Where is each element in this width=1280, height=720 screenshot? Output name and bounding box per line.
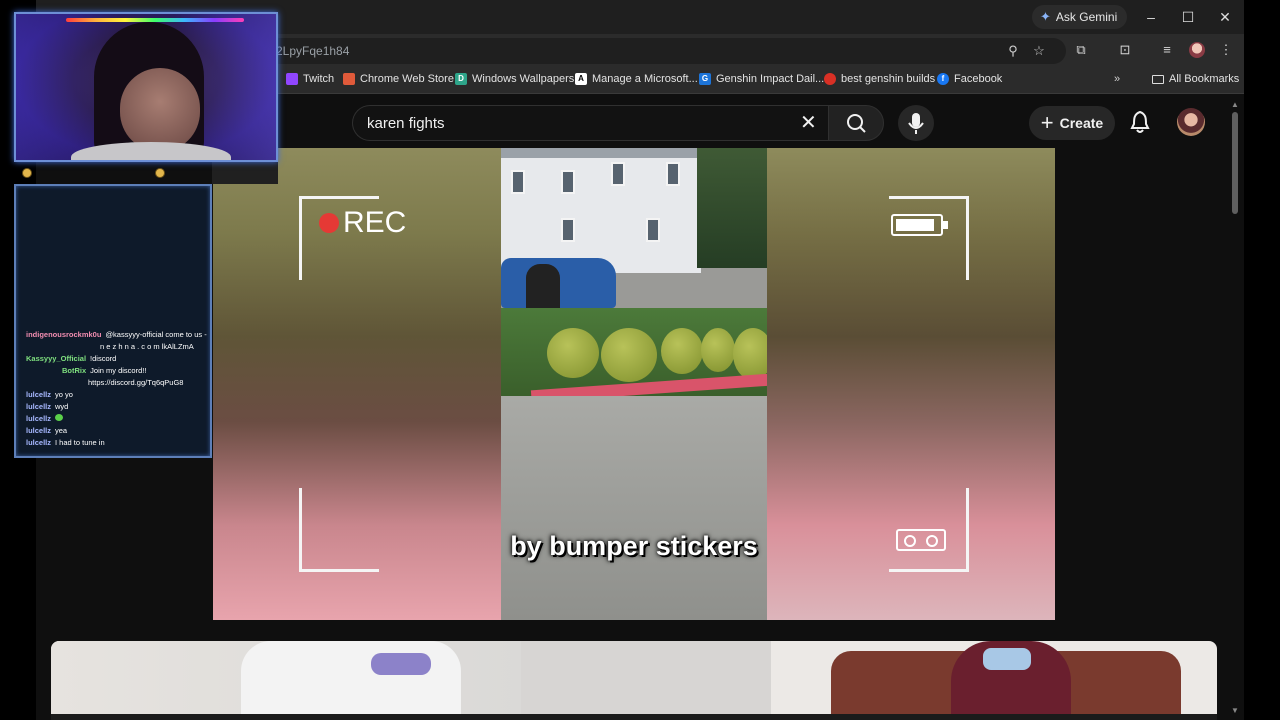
emote-icon	[55, 414, 64, 421]
genshin-builds-icon	[824, 73, 836, 85]
cassette-icon	[896, 529, 946, 551]
minimize-icon[interactable]: –	[1140, 6, 1162, 28]
chat-message: BotRix Join my discord!!	[62, 366, 147, 375]
chat-message: lulcellz yo yo	[26, 390, 73, 399]
all-bookmarks-button[interactable]: All Bookmarks	[1152, 73, 1239, 85]
rec-label: REC	[343, 206, 407, 239]
scroll-up-arrow-icon[interactable]: ▲	[1231, 100, 1239, 109]
bookmark-item[interactable]: A Manage a Microsoft...	[575, 73, 698, 85]
genshin-daily-icon: G	[699, 73, 711, 85]
person	[526, 264, 560, 314]
ask-gemini-button[interactable]: ✦ Ask Gemini	[1032, 5, 1128, 29]
overlay-badge-icon	[155, 168, 165, 178]
twitch-icon	[286, 73, 298, 85]
create-label: Create	[1059, 115, 1104, 131]
video-player[interactable]: REC by bumper stickers	[213, 148, 1055, 620]
account-avatar[interactable]	[1177, 108, 1205, 136]
chat-message-continuation: https://discord.gg/Tq6qPuG8	[88, 378, 184, 387]
close-window-icon[interactable]: ✕	[1214, 6, 1236, 28]
bookmark-label: Twitch	[303, 73, 335, 85]
search-icon	[847, 114, 866, 133]
bookmark-label: Windows Wallpapers	[472, 73, 575, 85]
search-query: karen fights	[367, 115, 445, 132]
bookmark-item[interactable]: Twitch	[286, 73, 334, 85]
bookmark-item[interactable]: best genshin builds	[824, 73, 935, 85]
chat-message: lulcellz wyd	[26, 402, 69, 411]
chat-message: lulcellz yea	[26, 426, 68, 435]
maximize-icon[interactable]: ☐	[1177, 6, 1199, 28]
chat-message: indigenousrockmk0u @kassyyy-official come…	[26, 330, 207, 339]
bookmark-item[interactable]: D Windows Wallpapers	[455, 73, 574, 85]
bookmark-item[interactable]: f Facebook	[937, 73, 1002, 85]
bookmark-label: best genshin builds	[841, 73, 936, 85]
menu-kebab-icon[interactable]: ⋮	[1216, 40, 1236, 60]
webcam-feed	[14, 12, 278, 162]
chat-message: Kassyyy_Official !discord	[26, 354, 117, 363]
scroll-down-arrow-icon[interactable]: ▼	[1231, 706, 1239, 715]
chat-message-continuation: n e z h n a . c o m lkAlLZmA	[100, 342, 194, 351]
trees	[697, 148, 767, 268]
search-button[interactable]	[828, 105, 884, 141]
frame-corner	[889, 196, 969, 280]
road	[501, 396, 767, 620]
voice-search-button[interactable]	[898, 105, 934, 141]
bookmark-label: Chrome Web Store	[360, 73, 454, 85]
battery-icon	[891, 214, 948, 236]
bookmark-label: Facebook	[954, 73, 1003, 85]
facebook-icon: f	[937, 73, 949, 85]
bookmark-item[interactable]: G Genshin Impact Dail...	[699, 73, 824, 85]
rainbow-bar	[66, 18, 244, 22]
screen: ✦ Ask Gemini – ☐ ✕ 2LpyFqe1h84 ⚲ ☆ ⧉ ⊡ ≡…	[0, 0, 1280, 720]
chrome-web-store-icon	[343, 73, 355, 85]
extensions-icon[interactable]: ⧉	[1071, 40, 1091, 60]
lab-machine	[521, 641, 771, 720]
overlay-badge-icon	[22, 168, 32, 178]
search-input[interactable]: karen fights ✕	[352, 105, 828, 141]
horizontal-scrollbar[interactable]	[51, 714, 1217, 720]
more-bookmarks-icon[interactable]: »	[1114, 73, 1120, 85]
ask-gemini-label: Ask Gemini	[1055, 10, 1118, 24]
bookmark-label: Genshin Impact Dail...	[716, 73, 825, 85]
clear-search-icon[interactable]: ✕	[800, 110, 817, 135]
media-controls-icon[interactable]: ≡	[1157, 40, 1177, 60]
page-scrollbar[interactable]	[1232, 112, 1238, 214]
notifications-bell-icon[interactable]	[1129, 110, 1151, 134]
url-text: 2LpyFqe1h84	[276, 44, 350, 58]
record-dot-icon	[319, 213, 339, 233]
windows-wallpapers-icon: D	[455, 73, 467, 85]
folder-icon	[1152, 74, 1164, 84]
create-button[interactable]: + Create	[1029, 106, 1115, 140]
tab-search-icon[interactable]: ⊡	[1115, 40, 1135, 60]
video-thumbnail[interactable]	[51, 641, 1217, 720]
lab-worker	[241, 641, 461, 720]
chat-message: lulcellz I had to tune in	[26, 438, 105, 447]
frame-corner	[299, 488, 379, 572]
microphone-icon	[908, 113, 924, 134]
rec-indicator: REC	[319, 206, 406, 240]
bookmark-star-icon[interactable]: ☆	[1030, 42, 1048, 60]
video-caption: by bumper stickers	[510, 531, 758, 561]
bookmark-item[interactable]: Chrome Web Store	[343, 73, 454, 85]
bookmark-label: Manage a Microsoft...	[592, 73, 698, 85]
all-bookmarks-label: All Bookmarks	[1169, 73, 1240, 85]
house	[501, 148, 706, 273]
overlay-bar	[212, 162, 278, 184]
zoom-icon[interactable]: ⚲	[1004, 42, 1022, 60]
plus-icon: +	[1040, 110, 1054, 135]
stream-chat: indigenousrockmk0u @kassyyy-official come…	[14, 184, 212, 458]
chat-message: lulcellz	[26, 414, 64, 423]
address-bar[interactable]: 2LpyFqe1h84 ⚲ ☆	[266, 38, 1066, 64]
microsoft-icon: A	[575, 73, 587, 85]
profile-avatar-icon[interactable]	[1189, 42, 1205, 58]
gemini-icon: ✦	[1040, 9, 1051, 24]
